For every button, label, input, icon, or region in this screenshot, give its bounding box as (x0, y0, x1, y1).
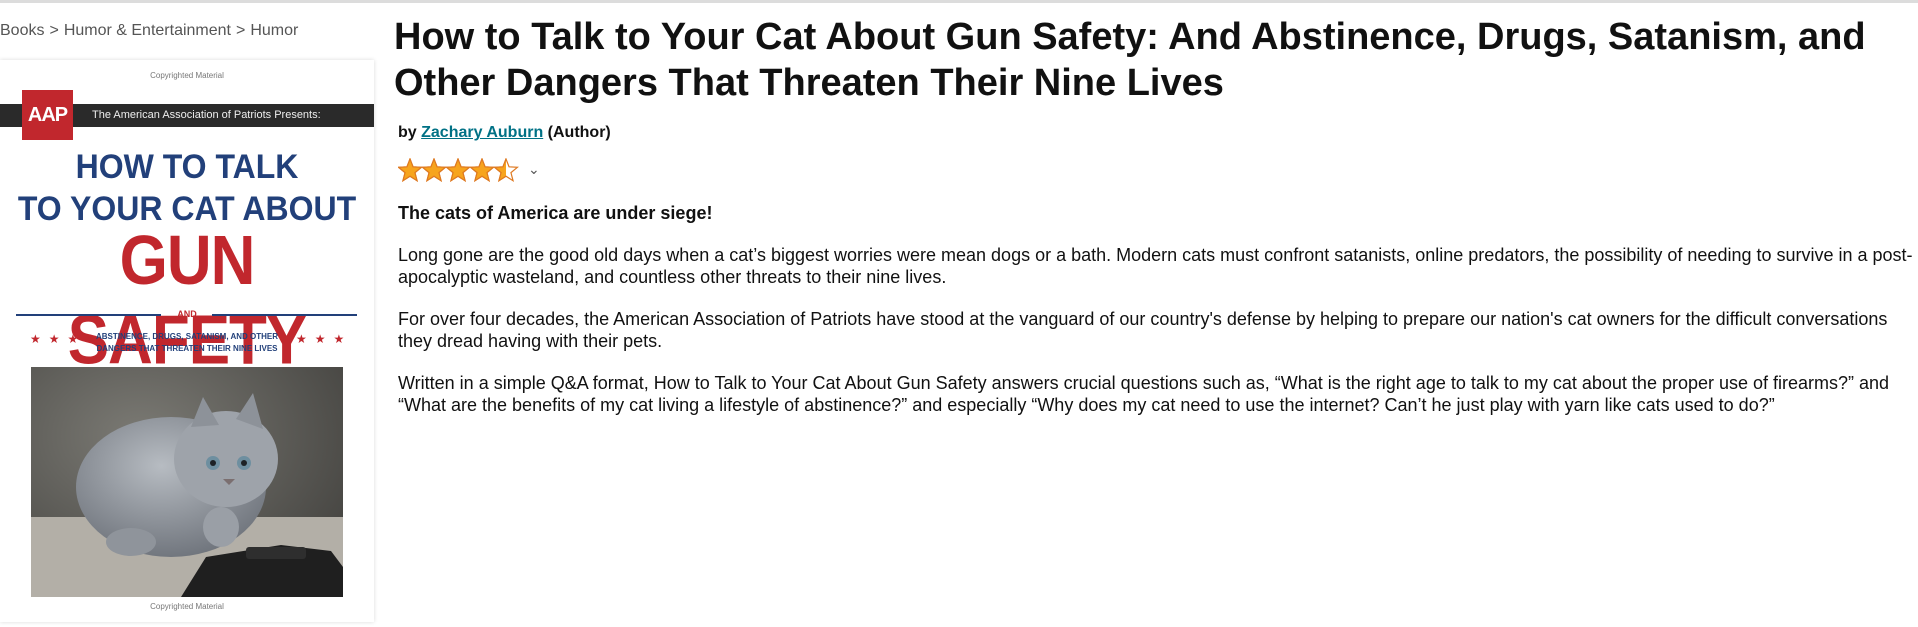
breadcrumb-humor[interactable]: Humor (250, 22, 298, 39)
breadcrumb-separator: > (236, 22, 246, 39)
aap-logo: AAP (22, 90, 73, 140)
cover-divider (212, 314, 357, 316)
cover-and: AND (177, 309, 197, 319)
cover-title-line: HOW TO TALK (75, 146, 299, 186)
star-icon-fill (470, 158, 494, 183)
cover-presents-text: The American Association of Patriots Pre… (92, 109, 321, 121)
byline: by Zachary Auburn (Author) (398, 124, 611, 142)
cover-copyright-bottom: Copyrighted Material (150, 602, 224, 611)
author-role: (Author) (547, 124, 611, 141)
cover-subtitle-line: ABSTINENCE, DRUGS, SATANISM, AND OTHER (95, 332, 279, 341)
description-paragraph: Long gone are the good old days when a c… (398, 245, 1913, 287)
top-divider (0, 0, 1918, 3)
cover-copyright-top: Copyrighted Material (150, 71, 224, 80)
cover-divider (16, 314, 161, 316)
book-cover-image[interactable]: Copyrighted Material The American Associ… (0, 60, 374, 622)
star-icon-fill (398, 158, 422, 183)
star-rating[interactable]: ⌄ (398, 158, 540, 186)
description-paragraph: For over four decades, the American Asso… (398, 309, 1888, 351)
description-paragraph: Written in a simple Q&A format, How to T… (398, 373, 1890, 415)
cover-subtitle: ABSTINENCE, DRUGS, SATANISM, AND OTHER D… (86, 331, 288, 355)
breadcrumb-separator: > (49, 22, 59, 39)
cover-stars-icon: ★★★ (296, 332, 353, 346)
product-title: How to Talk to Your Cat About Gun Safety… (394, 16, 1866, 104)
product-description: The cats of America are under siege! Lon… (398, 202, 1914, 436)
star-icon-fill (446, 158, 470, 183)
chevron-down-icon[interactable]: ⌄ (528, 161, 540, 178)
cover-gun-safety: GUN SAFETY (67, 222, 308, 380)
rating-stars (398, 158, 519, 183)
cover-stars-icon: ★★★ (30, 332, 87, 346)
byline-prefix: by (398, 124, 417, 141)
kitten-with-gun-photo (31, 367, 343, 597)
star-icon-fill (422, 158, 446, 183)
breadcrumb-humor-entertainment[interactable]: Humor & Entertainment (64, 22, 231, 39)
cover-subtitle-line: DANGERS THAT THREATEN THEIR NINE LIVES (96, 344, 278, 353)
description-lead: The cats of America are under siege! (398, 203, 713, 223)
author-link[interactable]: Zachary Auburn (421, 124, 543, 141)
breadcrumb-books[interactable]: Books (0, 22, 44, 39)
breadcrumb: Books > Humor & Entertainment > Humor (0, 22, 298, 40)
